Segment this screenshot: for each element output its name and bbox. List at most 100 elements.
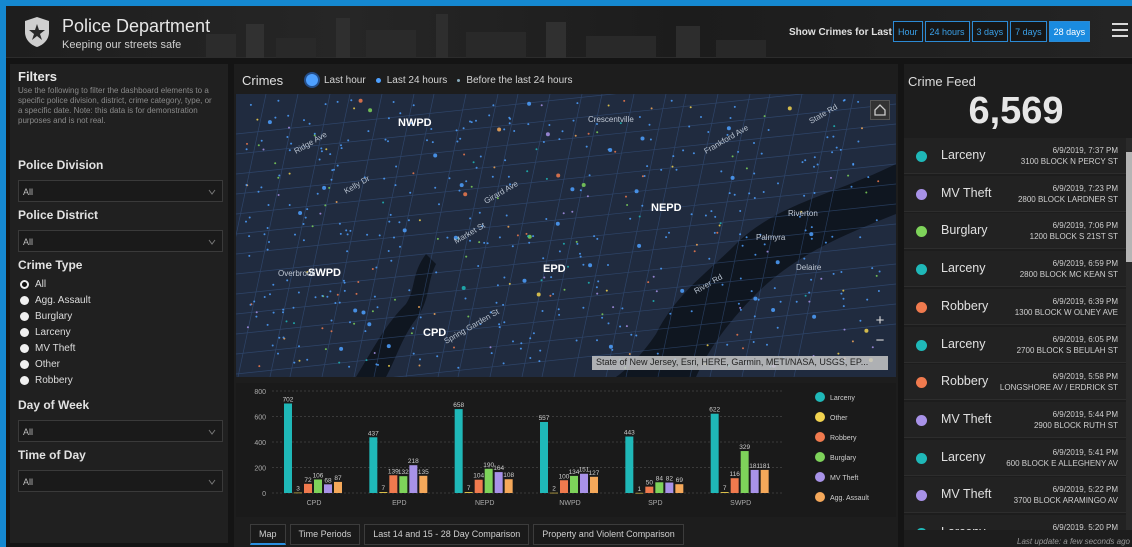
crime-point[interactable] [462,127,465,130]
crime-point[interactable] [760,152,763,155]
crime-point[interactable] [542,141,545,143]
crime-point[interactable] [392,101,395,103]
crime-point[interactable] [318,158,321,161]
crime-point[interactable] [277,176,280,179]
crime-point[interactable] [721,283,724,286]
crime-point[interactable] [346,250,349,253]
bar[interactable] [399,476,408,493]
crime-point[interactable] [303,119,305,122]
crime-point[interactable] [607,104,610,107]
crime-point[interactable] [321,294,324,297]
crime-point[interactable] [621,307,624,310]
crime-point[interactable] [787,106,792,111]
crime-point[interactable] [511,245,514,248]
crime-point[interactable] [269,293,271,296]
crime-point[interactable] [457,366,460,369]
crime-point[interactable] [877,180,880,183]
bar[interactable] [369,437,378,493]
crime-point[interactable] [763,243,766,246]
feed-item[interactable]: MV Theft 6/9/2019, 7:23 PM 2800 BLOCK LARD… [904,175,1126,212]
crime-point[interactable] [536,292,541,297]
crime-point[interactable] [382,201,385,204]
crime-point[interactable] [311,225,314,228]
crime-point[interactable] [516,234,519,237]
crime-point[interactable] [459,183,464,188]
feed-item[interactable]: MV Theft 6/9/2019, 5:44 PM 2900 BLOCK RUTH… [904,401,1126,438]
crime-point[interactable] [349,321,351,324]
crime-point[interactable] [766,250,769,253]
crime-point[interactable] [255,311,258,314]
crime-point[interactable] [587,281,590,284]
map-canvas[interactable]: NWPDNEPDSWPD EPDCPDCrescentvilleRivertonP… [236,94,896,377]
crime-point[interactable] [470,185,473,188]
crime-point[interactable] [496,284,499,287]
crime-point[interactable] [388,220,391,223]
crime-point[interactable] [529,337,532,340]
crime-point[interactable] [292,306,295,309]
crime-point[interactable] [282,308,285,311]
crime-point[interactable] [357,281,360,283]
crime-point[interactable] [342,279,345,282]
crime-point[interactable] [504,159,507,162]
crime-point[interactable] [558,138,561,141]
crime-point[interactable] [652,275,655,278]
crime-point[interactable] [438,203,440,206]
crime-point[interactable] [346,233,349,236]
crime-point[interactable] [324,204,327,207]
crime-point[interactable] [298,345,300,348]
crime-point[interactable] [495,301,498,304]
crime-point[interactable] [271,344,274,347]
crime-point[interactable] [329,153,332,156]
crime-point[interactable] [298,359,301,362]
crime-point[interactable] [353,308,358,313]
crime-point[interactable] [753,172,756,175]
bar[interactable] [760,469,769,493]
crime-point[interactable] [418,364,421,367]
crime-point[interactable] [267,204,270,206]
crime-point[interactable] [364,330,367,333]
crime-point[interactable] [804,159,807,162]
crime-point[interactable] [660,267,663,270]
crime-point[interactable] [512,340,514,343]
crime-point[interactable] [576,102,579,105]
police-district-select[interactable]: All [18,230,223,252]
crime-point[interactable] [505,214,508,217]
crime-point[interactable] [433,313,436,315]
crime-point[interactable] [707,131,710,133]
zoom-in-button[interactable]: + [870,312,890,330]
crime-point[interactable] [831,151,834,154]
crime-point[interactable] [465,255,468,258]
crime-point[interactable] [545,218,548,220]
crime-point[interactable] [319,212,322,215]
crime-point[interactable] [388,364,390,367]
crime-point[interactable] [347,139,350,142]
crime-point[interactable] [579,252,581,255]
crime-point[interactable] [847,174,850,177]
crime-point[interactable] [294,233,296,236]
crime-point[interactable] [493,166,496,169]
bar[interactable] [730,478,739,493]
crime-point[interactable] [607,322,610,325]
crime-point[interactable] [649,138,652,141]
crime-point[interactable] [436,355,439,358]
bar[interactable] [379,492,388,493]
crime-point[interactable] [605,289,608,292]
crime-point[interactable] [830,176,832,179]
crime-point[interactable] [750,331,752,334]
day-of-week-select[interactable]: All [18,420,223,442]
crime-point[interactable] [272,283,275,286]
crime-point[interactable] [655,290,658,293]
crime-point[interactable] [777,182,779,185]
crime-point[interactable] [542,257,545,260]
crime-point[interactable] [526,170,529,173]
crime-point[interactable] [660,168,663,171]
crime-point[interactable] [540,279,543,282]
crime-point[interactable] [608,148,613,152]
crime-point[interactable] [745,167,748,170]
crime-point[interactable] [469,239,471,242]
crime-type-radio-agg-assault[interactable]: Agg. Assault [20,295,91,306]
bar[interactable] [409,465,418,493]
crime-point[interactable] [477,265,480,267]
crime-point[interactable] [246,142,248,145]
feed-item[interactable]: Larceny 6/9/2019, 6:59 PM 2800 BLOCK MC KE… [904,251,1126,288]
